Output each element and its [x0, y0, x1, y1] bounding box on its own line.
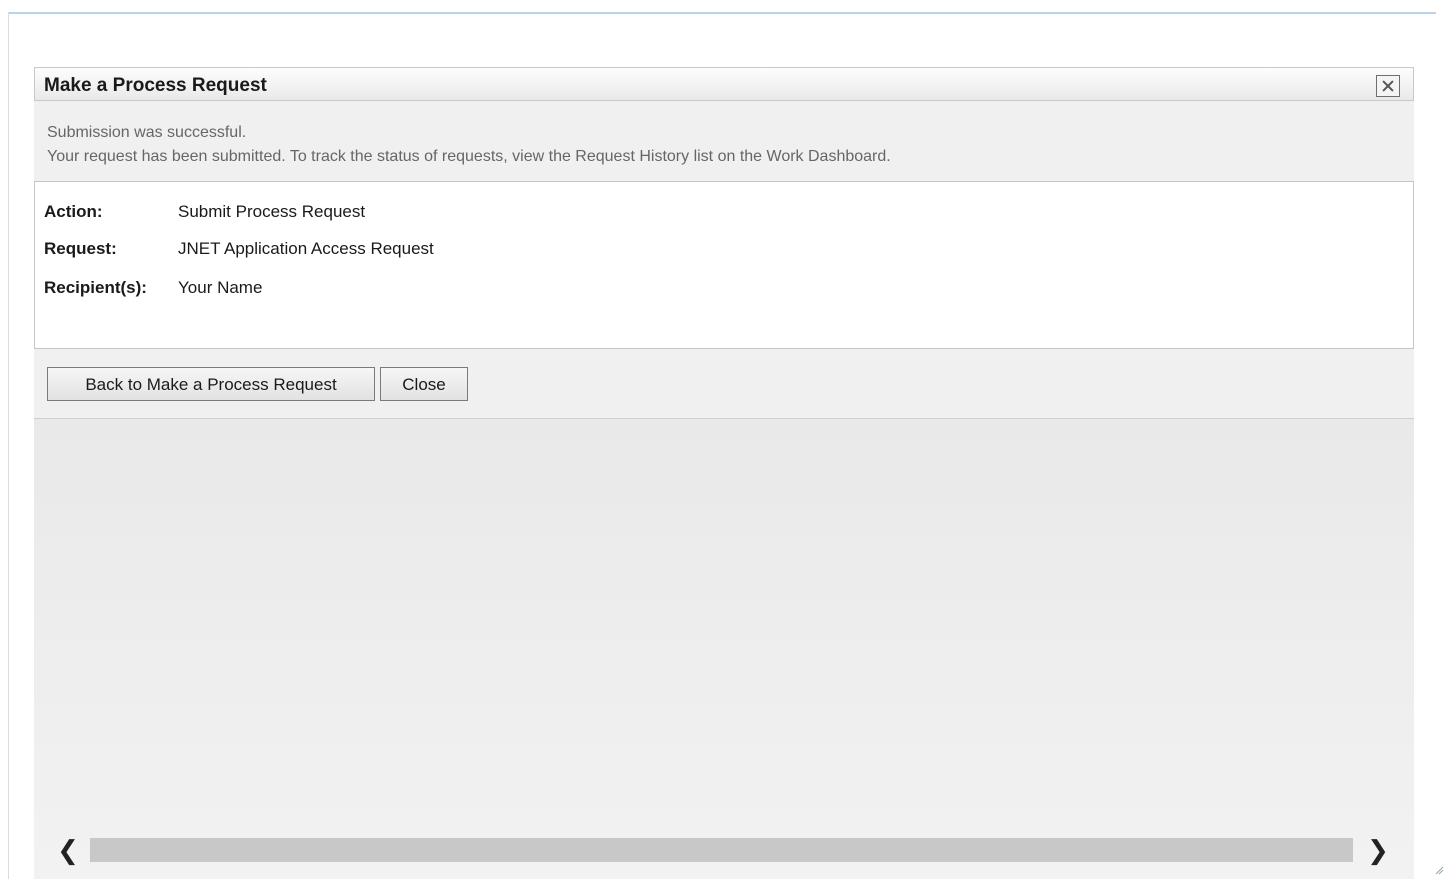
detail-value: Submit Process Request: [178, 202, 366, 221]
status-detail-text: Your request has been submitted. To trac…: [47, 148, 891, 165]
close-icon[interactable]: [1376, 75, 1400, 97]
chevron-right-icon[interactable]: ❯: [1366, 837, 1390, 863]
resize-grip-icon[interactable]: [1434, 865, 1444, 875]
status-message: Submission was successful. Your request …: [47, 121, 891, 169]
status-success-text: Submission was successful.: [47, 124, 247, 141]
process-request-dialog: Make a Process Request Submission was su…: [34, 67, 1414, 879]
dialog-title: Make a Process Request: [44, 75, 267, 96]
scrollbar-thumb[interactable]: [90, 838, 1353, 862]
left-border: [8, 12, 9, 879]
detail-value: Your Name: [178, 278, 263, 297]
page-frame: Make a Process Request Submission was su…: [0, 0, 1448, 879]
detail-row-request: Request: JNET Application Access Request: [44, 239, 434, 259]
detail-label: Recipient(s):: [44, 278, 147, 297]
request-details-panel: Action: Submit Process Request Request: JN…: [34, 181, 1414, 349]
detail-label: Request:: [44, 239, 117, 258]
close-button[interactable]: Close: [380, 367, 468, 401]
detail-row-recipients: Recipient(s): Your Name: [44, 278, 262, 298]
horizontal-scrollbar[interactable]: ❮ ❯: [34, 835, 1414, 865]
detail-value: JNET Application Access Request: [178, 239, 434, 258]
detail-row-action: Action: Submit Process Request: [44, 202, 365, 222]
back-to-process-request-button[interactable]: Back to Make a Process Request: [47, 367, 375, 401]
dialog-header: Make a Process Request: [34, 67, 1414, 101]
detail-label: Action:: [44, 202, 103, 221]
chevron-left-icon[interactable]: ❮: [56, 837, 80, 863]
top-divider: [8, 12, 1436, 14]
empty-content-pane: [34, 419, 1414, 879]
